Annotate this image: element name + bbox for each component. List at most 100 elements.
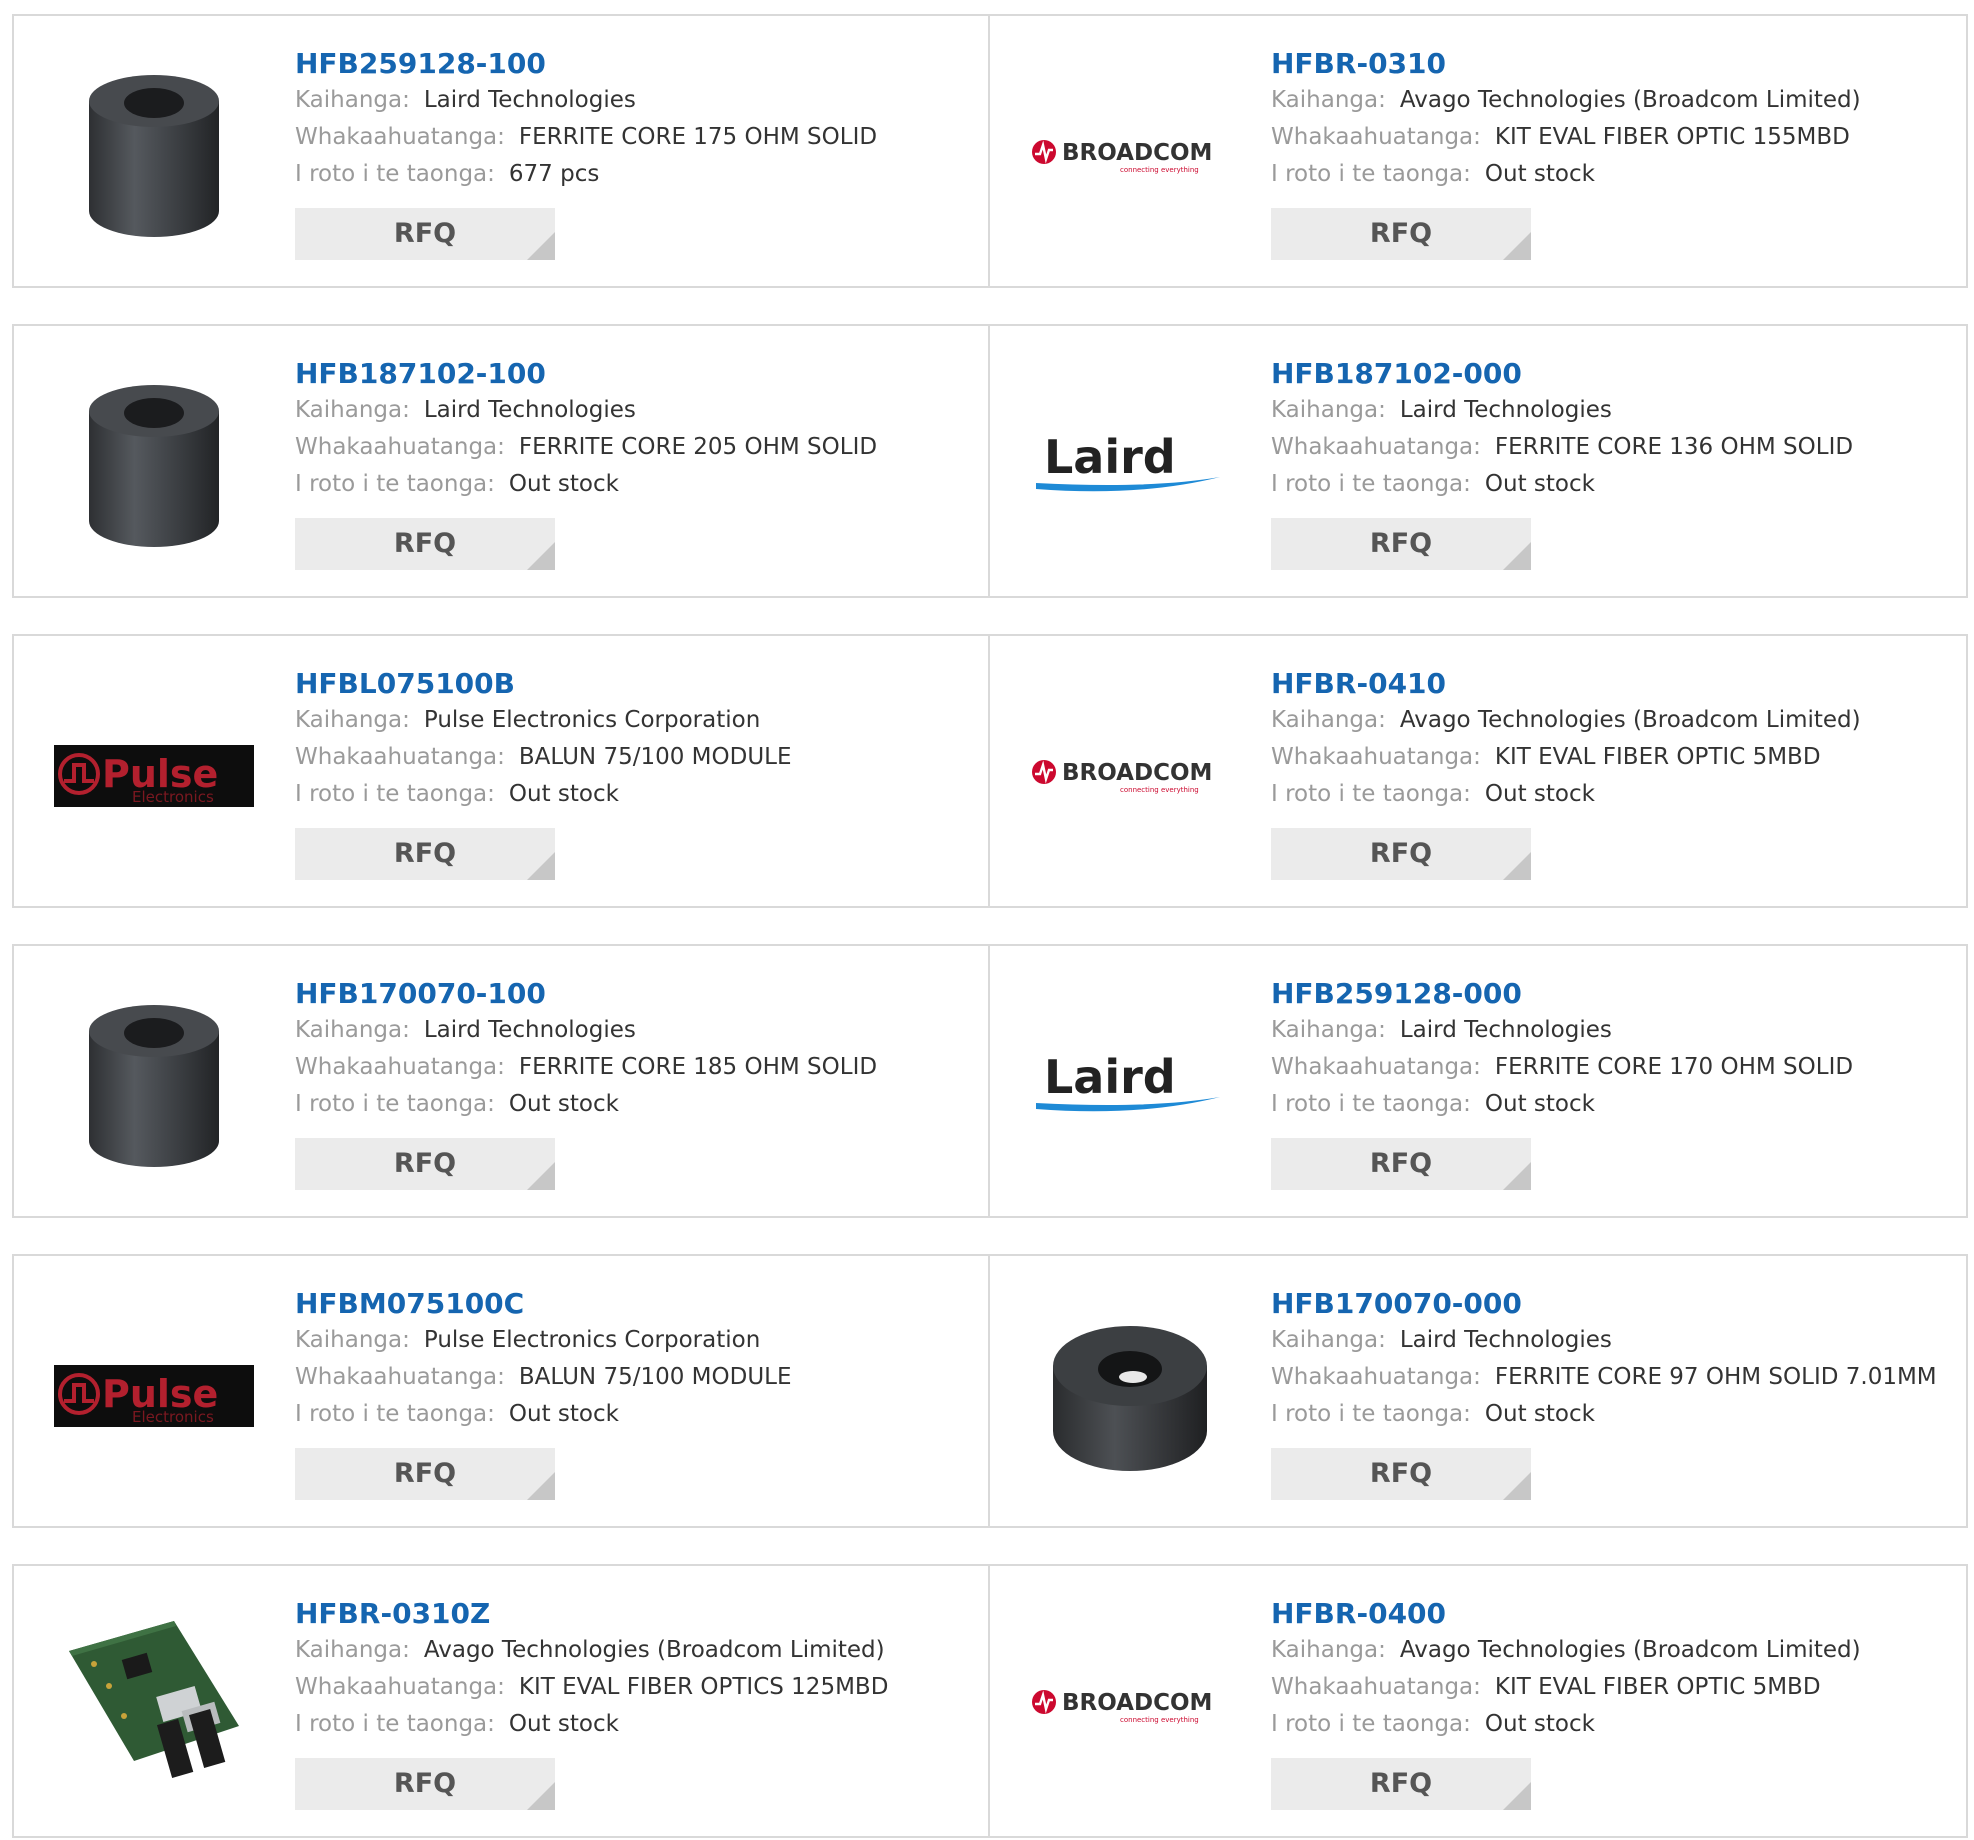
manufacturer-value: Pulse Electronics Corporation	[423, 707, 761, 733]
rfq-button[interactable]: RFQ	[295, 1758, 555, 1810]
part-number-link[interactable]: HFBR-0400	[1271, 1596, 1956, 1632]
stock-value: Out stock	[1484, 1091, 1595, 1117]
description-label: Whakaahuatanga:	[1271, 1674, 1481, 1700]
manufacturer-label: Kaihanga:	[1271, 1637, 1386, 1663]
broadcom-tagline-logo-text: connecting everything	[1120, 786, 1199, 794]
description-value: FERRITE CORE 205 OHM SOLID	[518, 434, 878, 460]
part-number-link[interactable]: HFB170070-100	[295, 976, 978, 1012]
rfq-button[interactable]: RFQ	[295, 518, 555, 570]
rfq-button-label: RFQ	[1369, 1148, 1433, 1179]
corner-triangle-icon	[1503, 1782, 1531, 1810]
corner-triangle-icon	[527, 1162, 555, 1190]
part-number-link[interactable]: HFB187102-100	[295, 356, 978, 392]
product-thumbnail[interactable]	[1030, 1296, 1230, 1496]
product-thumbnail[interactable]: BROADCOM connecting everything	[1030, 1606, 1230, 1806]
product-info: HFB170070-000 Kaihanga: Laird Technologies…	[1271, 1286, 1956, 1500]
part-number-link[interactable]: HFB170070-000	[1271, 1286, 1956, 1322]
product-thumbnail[interactable]: BROADCOM connecting everything	[1030, 676, 1230, 876]
part-number-link[interactable]: HFB187102-000	[1271, 356, 1956, 392]
part-number-link[interactable]: HFBM075100C	[295, 1286, 978, 1322]
rfq-button-label: RFQ	[1369, 1458, 1433, 1489]
laird-logo: Laird	[1036, 431, 1220, 492]
product-thumbnail[interactable]	[54, 986, 254, 1186]
stock-line: I roto i te taonga: Out stock	[295, 1706, 978, 1743]
corner-triangle-icon	[1503, 1472, 1531, 1500]
stock-value: Out stock	[508, 1401, 619, 1427]
product-thumbnail[interactable]: Laird	[1030, 366, 1230, 566]
product-thumbnail[interactable]: BROADCOM connecting everything	[1030, 56, 1230, 256]
stock-label: I roto i te taonga:	[295, 781, 495, 807]
ferrite-core-tall-image	[89, 1005, 219, 1167]
stock-line: I roto i te taonga: 677 pcs	[295, 156, 978, 193]
manufacturer-value: Avago Technologies (Broadcom Limited)	[1399, 707, 1861, 733]
product-thumbnail[interactable]	[54, 56, 254, 256]
stock-value: Out stock	[1484, 161, 1595, 187]
manufacturer-line: Kaihanga: Laird Technologies	[1271, 1012, 1956, 1049]
pulse-sub-logo-text: Electronics	[132, 1408, 214, 1426]
rfq-button[interactable]: RFQ	[295, 1138, 555, 1190]
stock-line: I roto i te taonga: Out stock	[1271, 1086, 1956, 1123]
product-thumbnail[interactable]	[54, 366, 254, 566]
part-number-link[interactable]: HFBR-0310	[1271, 46, 1956, 82]
manufacturer-label: Kaihanga:	[295, 1017, 410, 1043]
stock-label: I roto i te taonga:	[1271, 1401, 1471, 1427]
ferrite-core-tall-image	[89, 75, 219, 237]
corner-triangle-icon	[1503, 232, 1531, 260]
manufacturer-line: Kaihanga: Laird Technologies	[295, 392, 978, 429]
broadcom-logo-text: BROADCOM	[1062, 760, 1212, 786]
product-thumbnail[interactable]	[54, 1606, 254, 1806]
part-number-link[interactable]: HFBL075100B	[295, 666, 978, 702]
part-number-link[interactable]: HFB259128-100	[295, 46, 978, 82]
stock-line: I roto i te taonga: Out stock	[1271, 1706, 1956, 1743]
manufacturer-line: Kaihanga: Avago Technologies (Broadcom Li…	[295, 1632, 978, 1669]
description-value: FERRITE CORE 175 OHM SOLID	[518, 124, 878, 150]
part-number-link[interactable]: HFBR-0310Z	[295, 1596, 978, 1632]
rfq-button[interactable]: RFQ	[1271, 1758, 1531, 1810]
product-row: HFB259128-100 Kaihanga: Laird Technologies…	[12, 14, 1968, 288]
product-card: HFBR-0310Z Kaihanga: Avago Technologies (B…	[14, 1566, 990, 1836]
description-line: Whakaahuatanga: FERRITE CORE 136 OHM SOLI…	[1271, 429, 1956, 466]
description-label: Whakaahuatanga:	[1271, 744, 1481, 770]
part-number-link[interactable]: HFBR-0410	[1271, 666, 1956, 702]
description-label: Whakaahuatanga:	[1271, 124, 1481, 150]
manufacturer-label: Kaihanga:	[295, 707, 410, 733]
product-thumbnail[interactable]: Pulse Electronics	[54, 1296, 254, 1496]
product-row: Pulse Electronics HFBL075100B Kaihanga: Pu…	[12, 634, 1968, 908]
rfq-button-label: RFQ	[1369, 1768, 1433, 1799]
product-card: HFB170070-100 Kaihanga: Laird Technologies…	[14, 946, 990, 1216]
manufacturer-line: Kaihanga: Laird Technologies	[295, 82, 978, 119]
product-card: Pulse Electronics HFBL075100B Kaihanga: Pu…	[14, 636, 990, 906]
description-label: Whakaahuatanga:	[295, 124, 505, 150]
stock-line: I roto i te taonga: Out stock	[295, 1396, 978, 1433]
rfq-button[interactable]: RFQ	[1271, 1448, 1531, 1500]
manufacturer-value: Laird Technologies	[1399, 1017, 1612, 1043]
product-card: HFB187102-100 Kaihanga: Laird Technologies…	[14, 326, 990, 596]
rfq-button-label: RFQ	[393, 528, 457, 559]
part-number-link[interactable]: HFB259128-000	[1271, 976, 1956, 1012]
rfq-button[interactable]: RFQ	[295, 208, 555, 260]
rfq-button[interactable]: RFQ	[295, 1448, 555, 1500]
laird-logo: Laird	[1036, 1051, 1220, 1112]
manufacturer-line: Kaihanga: Laird Technologies	[1271, 1322, 1956, 1359]
manufacturer-line: Kaihanga: Laird Technologies	[295, 1012, 978, 1049]
rfq-button[interactable]: RFQ	[1271, 518, 1531, 570]
product-card: Laird HFB259128-000 Kaihanga: Laird Techno…	[990, 946, 1966, 1216]
rfq-button-label: RFQ	[393, 218, 457, 249]
product-info: HFBR-0410 Kaihanga: Avago Technologies (Br…	[1271, 666, 1956, 880]
rfq-button[interactable]: RFQ	[295, 828, 555, 880]
ferrite-core-tall-image	[89, 385, 219, 547]
rfq-button[interactable]: RFQ	[1271, 1138, 1531, 1190]
stock-label: I roto i te taonga:	[1271, 1711, 1471, 1737]
rfq-button-label: RFQ	[393, 838, 457, 869]
product-grid: HFB259128-100 Kaihanga: Laird Technologies…	[0, 0, 1974, 1840]
rfq-button[interactable]: RFQ	[1271, 828, 1531, 880]
product-thumbnail[interactable]: Pulse Electronics	[54, 676, 254, 876]
description-value: KIT EVAL FIBER OPTICS 125MBD	[518, 1674, 889, 1700]
product-thumbnail[interactable]: Laird	[1030, 986, 1230, 1186]
stock-label: I roto i te taonga:	[1271, 1091, 1471, 1117]
product-row: HFBR-0310Z Kaihanga: Avago Technologies (B…	[12, 1564, 1968, 1838]
rfq-button[interactable]: RFQ	[1271, 208, 1531, 260]
corner-triangle-icon	[1503, 1162, 1531, 1190]
product-row: Pulse Electronics HFBM075100C Kaihanga: Pu…	[12, 1254, 1968, 1528]
rfq-button-label: RFQ	[393, 1458, 457, 1489]
